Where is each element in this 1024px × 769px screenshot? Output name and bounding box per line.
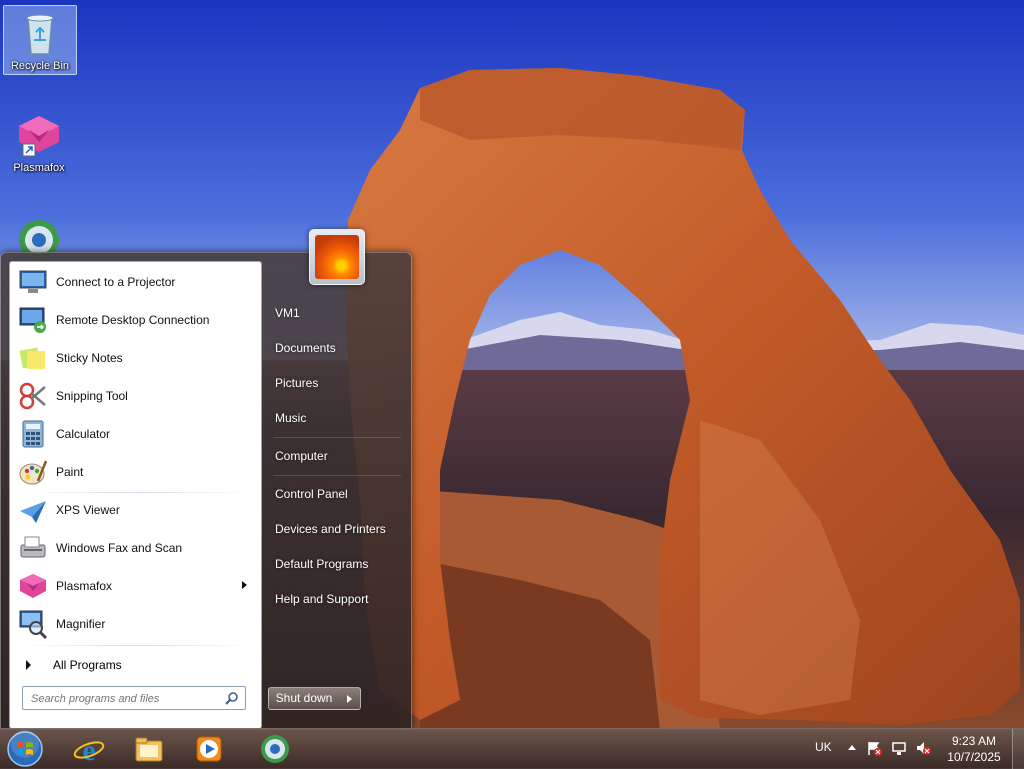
programs-pane: Connect to a Projector Remote Desktop Co… bbox=[9, 261, 262, 729]
program-label: XPS Viewer bbox=[56, 503, 120, 517]
place-help-and-support[interactable]: Help and Support bbox=[267, 585, 403, 613]
projector-icon bbox=[19, 270, 47, 293]
taskbar-internet-explorer[interactable]: e bbox=[62, 731, 116, 767]
all-programs-button[interactable]: All Programs bbox=[14, 652, 257, 678]
media-player-icon bbox=[196, 736, 222, 762]
volume-muted-icon[interactable] bbox=[915, 740, 931, 756]
program-remote-desktop[interactable]: Remote Desktop Connection bbox=[14, 302, 257, 338]
action-center-flag-icon[interactable] bbox=[866, 740, 882, 756]
program-list-separator bbox=[22, 645, 252, 646]
user-account-picture[interactable] bbox=[309, 229, 365, 285]
plasmafox-icon bbox=[15, 112, 63, 160]
places-separator bbox=[273, 475, 401, 476]
recycle-bin-icon bbox=[16, 10, 64, 58]
remote-desktop-icon bbox=[19, 307, 46, 333]
fax-icon bbox=[20, 536, 46, 558]
taskbar-network-app[interactable] bbox=[248, 731, 302, 767]
place-documents[interactable]: Documents bbox=[267, 334, 403, 362]
system-clock[interactable]: 9:23 AM 10/7/2025 bbox=[938, 733, 1010, 765]
place-label: Devices and Printers bbox=[275, 522, 386, 536]
taskbar: e UK 9:23 AM 10/7/2025 bbox=[0, 728, 1024, 769]
submenu-arrow-icon[interactable] bbox=[242, 581, 247, 589]
sticky-notes-icon bbox=[19, 347, 45, 369]
program-label: Windows Fax and Scan bbox=[56, 541, 183, 555]
program-label: Magnifier bbox=[56, 617, 106, 631]
show-desktop-button[interactable] bbox=[1012, 729, 1024, 769]
program-snipping-tool[interactable]: Snipping Tool bbox=[14, 378, 257, 414]
network-status-icon[interactable] bbox=[891, 740, 907, 756]
program-label: Connect to a Projector bbox=[56, 275, 176, 289]
chevron-right-icon bbox=[347, 695, 352, 703]
shutdown-button[interactable]: Shut down bbox=[268, 687, 340, 710]
places-separator bbox=[273, 437, 401, 438]
desktop-icon-label: Recycle Bin bbox=[10, 60, 70, 72]
network-globe-icon bbox=[261, 735, 289, 763]
place-default-programs[interactable]: Default Programs bbox=[267, 550, 403, 578]
program-label: Sticky Notes bbox=[56, 351, 123, 365]
program-xps-viewer[interactable]: XPS Viewer bbox=[14, 492, 257, 528]
taskbar-file-explorer[interactable] bbox=[122, 731, 176, 767]
program-label: Snipping Tool bbox=[56, 389, 128, 403]
internet-explorer-icon: e bbox=[73, 734, 105, 765]
program-label: Remote Desktop Connection bbox=[56, 313, 210, 327]
program-paint[interactable]: Paint bbox=[14, 454, 257, 490]
taskbar-media-player[interactable] bbox=[182, 731, 236, 767]
place-user-folder[interactable]: VM1 bbox=[267, 299, 403, 327]
program-label: Calculator bbox=[56, 427, 111, 441]
desktop-icon-network[interactable] bbox=[3, 210, 75, 260]
flower-avatar-icon bbox=[315, 235, 359, 279]
chevron-right-icon bbox=[26, 660, 31, 670]
program-calculator[interactable]: Calculator bbox=[14, 416, 257, 452]
desktop-icon-label: Plasmafox bbox=[13, 162, 65, 174]
place-label: Computer bbox=[275, 449, 328, 463]
show-hidden-icons-icon[interactable] bbox=[844, 740, 860, 756]
program-connect-to-projector[interactable]: Connect to a Projector bbox=[14, 264, 257, 300]
place-label: VM1 bbox=[275, 306, 300, 320]
desktop-icon-recycle-bin[interactable]: Recycle Bin bbox=[3, 5, 77, 75]
place-label: Help and Support bbox=[275, 592, 369, 606]
place-control-panel[interactable]: Control Panel bbox=[267, 480, 403, 508]
search-icon[interactable] bbox=[225, 691, 239, 705]
program-fax-and-scan[interactable]: Windows Fax and Scan bbox=[14, 530, 257, 566]
search-box[interactable] bbox=[22, 686, 246, 710]
all-programs-label: All Programs bbox=[53, 658, 122, 672]
program-plasmafox[interactable]: Plasmafox bbox=[14, 568, 257, 604]
desktop-icon-plasmafox[interactable]: Plasmafox bbox=[3, 108, 75, 178]
place-label: Pictures bbox=[275, 376, 319, 390]
place-devices-and-printers[interactable]: Devices and Printers bbox=[267, 515, 403, 543]
shutdown-options-button[interactable] bbox=[339, 687, 361, 710]
magnifier-icon bbox=[19, 610, 48, 639]
plasmafox-icon bbox=[20, 574, 46, 598]
calculator-icon bbox=[22, 420, 44, 448]
place-label: Documents bbox=[275, 341, 336, 355]
place-label: Music bbox=[275, 411, 307, 425]
clock-time: 9:23 AM bbox=[951, 734, 997, 748]
program-sticky-notes[interactable]: Sticky Notes bbox=[14, 340, 257, 376]
place-label: Control Panel bbox=[275, 487, 348, 501]
place-pictures[interactable]: Pictures bbox=[267, 369, 403, 397]
file-explorer-icon bbox=[135, 737, 163, 762]
svg-text:e: e bbox=[82, 734, 95, 765]
program-label: Paint bbox=[56, 465, 84, 479]
language-indicator[interactable]: UK bbox=[815, 740, 832, 754]
xps-viewer-icon bbox=[20, 501, 46, 523]
place-computer[interactable]: Computer bbox=[267, 442, 403, 470]
clock-date: 10/7/2025 bbox=[947, 750, 1001, 764]
start-button[interactable] bbox=[6, 730, 44, 768]
place-music[interactable]: Music bbox=[267, 404, 403, 432]
program-label: Plasmafox bbox=[56, 579, 113, 593]
start-menu: Connect to a Projector Remote Desktop Co… bbox=[0, 229, 412, 730]
program-magnifier[interactable]: Magnifier bbox=[14, 606, 257, 642]
search-input[interactable] bbox=[29, 690, 223, 708]
scissors-icon bbox=[19, 382, 46, 410]
place-label: Default Programs bbox=[275, 557, 369, 571]
paint-palette-icon bbox=[19, 460, 48, 485]
